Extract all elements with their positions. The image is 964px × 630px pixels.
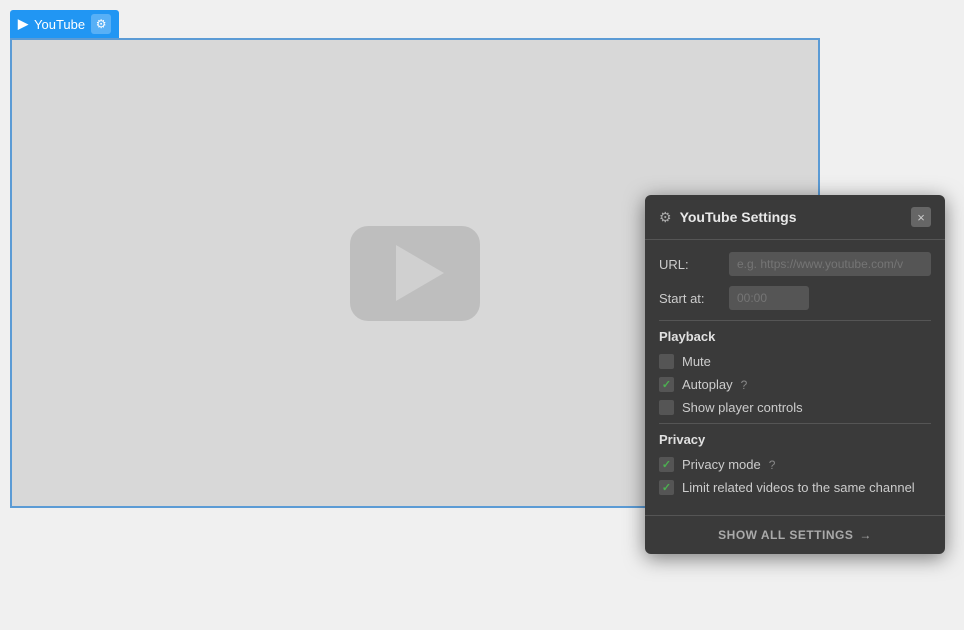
autoplay-checkbox[interactable]: ✓ [659,377,674,392]
settings-title-group: ⚙ YouTube Settings [659,209,796,226]
divider-1 [659,320,931,321]
mute-label: Mute [682,354,711,369]
widget-gear-button[interactable]: ⚙ [91,14,111,34]
controls-checkbox[interactable] [659,400,674,415]
limit-related-label: Limit related videos to the same channel [682,480,915,495]
startat-input[interactable] [729,286,809,310]
limit-related-checkbox[interactable]: ✓ [659,480,674,495]
autoplay-label: Autoplay [682,377,733,392]
checkbox-row-limit-related: ✓ Limit related videos to the same chann… [659,480,931,495]
playback-section-title: Playback [659,329,931,344]
autoplay-help-icon[interactable]: ? [741,378,748,392]
privacy-section-title: Privacy [659,432,931,447]
url-label: URL: [659,257,719,272]
mute-checkbox[interactable] [659,354,674,369]
privacy-mode-label: Privacy mode [682,457,761,472]
privacy-mode-check-icon: ✓ [662,458,671,471]
play-triangle-icon [396,245,444,301]
show-all-settings-button[interactable]: SHOW ALL SETTINGS → [645,515,945,554]
settings-title: YouTube Settings [680,209,797,225]
checkbox-row-mute: Mute [659,354,931,369]
settings-header: ⚙ YouTube Settings × [645,195,945,240]
show-all-label: SHOW ALL SETTINGS [718,528,853,542]
checkbox-row-privacy-mode: ✓ Privacy mode ? [659,457,931,472]
play-button-bg[interactable] [350,226,480,321]
divider-2 [659,423,931,424]
privacy-mode-checkbox[interactable]: ✓ [659,457,674,472]
youtube-icon: ▶ [18,16,28,32]
settings-gear-icon: ⚙ [659,209,672,226]
controls-label: Show player controls [682,400,803,415]
play-button-wrap [350,226,480,321]
settings-body: URL: Start at: Playback Mute ✓ Autoplay … [645,240,945,515]
widget-title-label: YouTube [34,17,85,32]
startat-label: Start at: [659,291,719,306]
widget-titlebar: ▶ YouTube ⚙ [10,10,119,38]
autoplay-check-icon: ✓ [662,378,671,391]
show-all-arrow-icon: → [859,528,872,542]
checkbox-row-controls: Show player controls [659,400,931,415]
close-button[interactable]: × [911,207,931,227]
url-field-row: URL: [659,252,931,276]
startat-field-row: Start at: [659,286,931,310]
privacy-mode-help-icon[interactable]: ? [769,458,776,472]
limit-related-check-icon: ✓ [662,481,671,494]
settings-panel: ⚙ YouTube Settings × URL: Start at: Play… [645,195,945,554]
url-input[interactable] [729,252,931,276]
checkbox-row-autoplay: ✓ Autoplay ? [659,377,931,392]
